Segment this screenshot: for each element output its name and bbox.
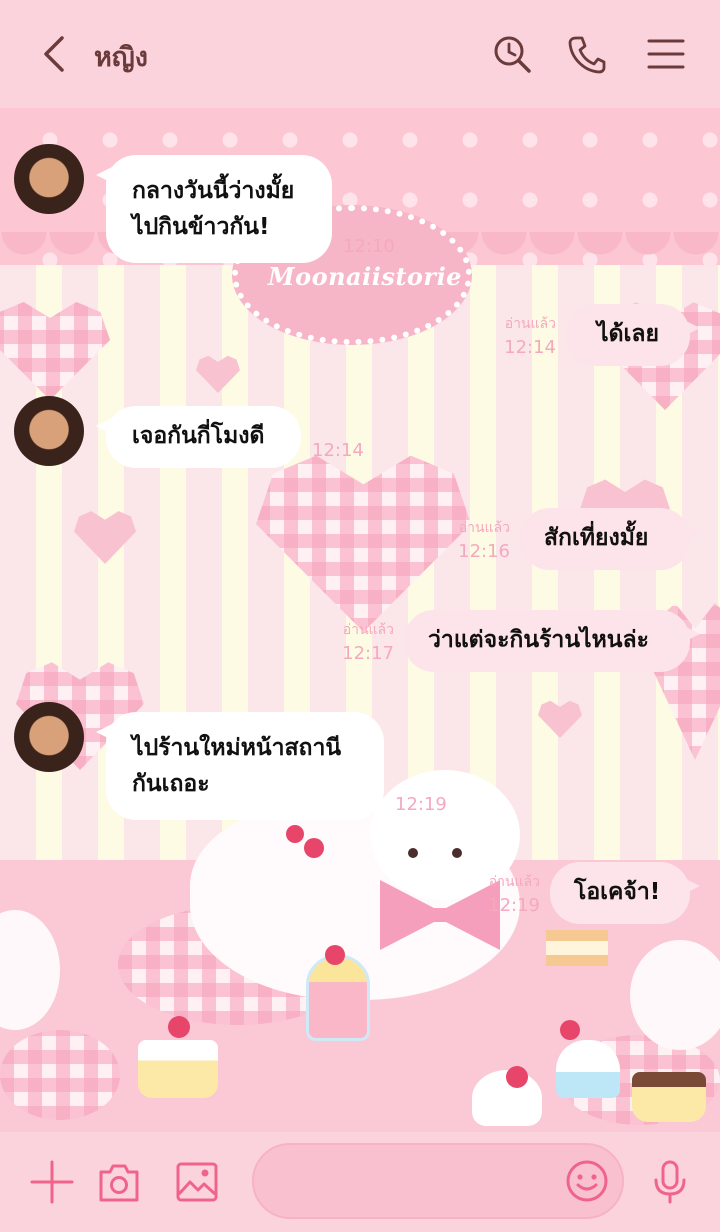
message-time: 12:19 [395, 794, 447, 815]
plus-icon[interactable] [30, 1160, 74, 1204]
message-bubble-incoming[interactable]: เจอกันกี่โมงดี [96, 406, 301, 468]
cherry-icon [286, 825, 304, 843]
avatar[interactable] [14, 144, 84, 214]
kitten-eye [408, 848, 418, 858]
message-bubble-incoming[interactable]: ไปร้านใหม่หน้าสถานี กันเถอะ [96, 712, 384, 820]
kitten-eye [452, 848, 462, 858]
message-meta: อ่านแล้ว 12:17 [308, 618, 394, 666]
cherry-icon [560, 1020, 580, 1040]
chat-header: หญิง [0, 0, 720, 108]
menu-icon[interactable] [646, 34, 686, 74]
camera-icon[interactable] [97, 1160, 141, 1204]
cherry-icon [304, 838, 324, 858]
message-meta: อ่านแล้ว 12:16 [424, 516, 510, 564]
cake-slice-icon [546, 930, 608, 966]
message-meta: อ่านแล้ว 12:14 [470, 312, 556, 360]
pudding-icon [632, 1072, 706, 1122]
back-icon[interactable] [40, 34, 72, 74]
cherry-icon [506, 1066, 528, 1088]
message-bubble-outgoing[interactable]: สักเที่ยงมั้ย [520, 508, 700, 570]
cupcake-icon [556, 1040, 620, 1098]
message-time: 12:10 [343, 236, 395, 257]
logo-text: Moonaiistorie [268, 262, 462, 291]
cherry-icon [168, 1016, 190, 1038]
message-time: 12:14 [504, 337, 556, 358]
pudding-icon [138, 1040, 218, 1098]
message-bubble-incoming[interactable]: กลางวันนี้ว่างมั้ย ไปกินข้าวกัน! [96, 155, 332, 263]
message-bubble-outgoing[interactable]: ว่าแต่จะกินร้านไหนล่ะ [404, 610, 700, 672]
emoji-icon[interactable] [565, 1159, 609, 1203]
message-time: 12:14 [312, 440, 364, 461]
history-search-icon[interactable] [492, 34, 532, 74]
parfait-icon [306, 955, 370, 1041]
message-bubble-outgoing[interactable]: โอเคจ้า! [550, 862, 700, 924]
bunny-illustration [630, 940, 720, 1050]
chat-title[interactable]: หญิง [94, 35, 148, 78]
message-bubble-outgoing[interactable]: ได้เลย [566, 304, 700, 366]
message-time: 12:19 [488, 895, 540, 916]
cherry-icon [325, 945, 345, 965]
avatar[interactable] [14, 396, 84, 466]
read-receipt: อ่านแล้ว [488, 874, 540, 890]
message-time: 12:17 [342, 643, 394, 664]
read-receipt: อ่านแล้ว [504, 316, 556, 332]
gingham-plate [0, 1030, 120, 1120]
microphone-icon[interactable] [648, 1160, 692, 1204]
phone-icon[interactable] [566, 34, 606, 74]
read-receipt: อ่านแล้ว [342, 622, 394, 638]
message-time: 12:16 [458, 541, 510, 562]
image-icon[interactable] [175, 1160, 219, 1204]
message-meta: อ่านแล้ว 12:19 [454, 870, 540, 918]
read-receipt: อ่านแล้ว [458, 520, 510, 536]
avatar[interactable] [14, 702, 84, 772]
